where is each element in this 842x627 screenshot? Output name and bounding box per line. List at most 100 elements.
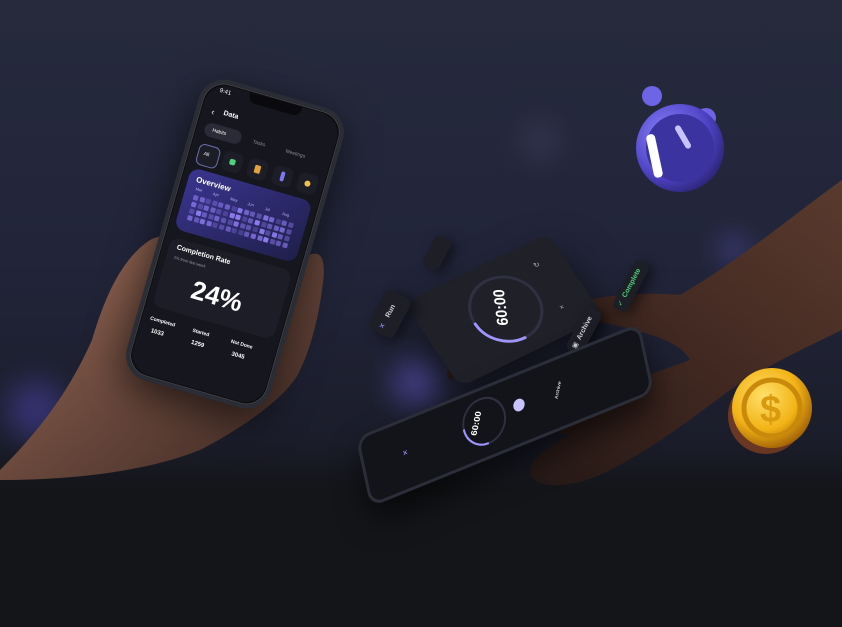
heatmap-cell <box>277 233 284 240</box>
heatmap-cell <box>279 226 286 234</box>
heatmap-cell <box>239 222 246 229</box>
heatmap-cell <box>207 213 214 220</box>
check-icon: ✓ <box>616 299 626 308</box>
heatmap-cell <box>236 207 244 214</box>
heatmap-cell <box>269 238 276 245</box>
heatmap-cell <box>192 194 199 201</box>
month-label: Jun <box>246 201 255 208</box>
heatmap-cell <box>266 223 273 230</box>
run-icon: ✕ <box>378 321 388 331</box>
heatmap-cell <box>258 228 265 235</box>
stat-started-label: Started <box>191 327 210 339</box>
stat-notdone-label: Not Done <box>230 338 254 351</box>
heatmap-cell <box>205 198 212 205</box>
heatmap-cell <box>224 225 232 233</box>
heatmap-cell <box>203 205 210 212</box>
phone-right-ring <box>462 396 507 446</box>
heatmap-cell <box>249 211 256 218</box>
category-bottle-icon[interactable] <box>270 164 295 189</box>
month-label: Apr <box>212 191 220 198</box>
heatmap-cell <box>281 220 288 227</box>
heatmap-cell <box>205 220 213 227</box>
completion-value: 24% <box>187 274 247 318</box>
heatmap-cell <box>216 208 223 215</box>
category-green-icon[interactable] <box>220 149 245 175</box>
heatmap-cell <box>254 219 261 226</box>
heatmap-cell <box>250 233 257 240</box>
phone-right-archive[interactable]: Archive <box>554 381 563 399</box>
heatmap-cell <box>188 208 195 215</box>
heatmap-cell <box>243 209 250 216</box>
heatmap-cell <box>283 235 291 242</box>
heatmap-cell <box>285 228 293 235</box>
heatmap-cell <box>186 214 193 222</box>
heatmap-cell <box>275 218 282 225</box>
tab-meetings[interactable]: Meetings <box>285 148 306 159</box>
heatmap-cell <box>230 205 237 212</box>
heatmap-cell <box>211 200 218 207</box>
back-icon[interactable]: ‹ <box>210 107 216 117</box>
heatmap-cell <box>287 222 294 229</box>
heatmap-cell <box>193 216 200 223</box>
stat-completed-value: 1033 <box>149 328 165 338</box>
stat-completed-label: Completed <box>149 315 176 329</box>
tab-tasks[interactable]: Tasks <box>252 139 266 148</box>
heatmap-cell <box>197 203 204 210</box>
heatmap-cell <box>190 201 197 208</box>
timer-reset-icon[interactable]: ↻ <box>532 260 542 269</box>
heatmap-cell <box>226 219 233 226</box>
glow-top <box>520 120 560 160</box>
stat-started-value: 1259 <box>190 339 205 350</box>
heatmap-cell <box>271 231 278 239</box>
stat-notdone-value: 3045 <box>230 351 246 361</box>
heatmap-cell <box>243 231 251 238</box>
heatmap-cell <box>241 216 248 223</box>
category-cup-icon[interactable] <box>245 156 270 182</box>
heatmap-cell <box>228 212 235 219</box>
heatmap-cell <box>264 230 272 237</box>
heatmap-cell <box>281 242 289 249</box>
glow-center <box>392 360 438 406</box>
run-tag[interactable]: ✕ Run <box>367 288 413 340</box>
page-title: Data <box>222 109 240 121</box>
heatmap-cell <box>209 206 216 214</box>
heatmap-cell <box>195 210 202 217</box>
month-label: Aug <box>281 210 290 218</box>
heatmap-cell <box>252 226 259 233</box>
coin-icon: $ <box>728 368 812 454</box>
heatmap-cell <box>275 240 282 247</box>
category-moon-icon[interactable] <box>295 171 320 196</box>
phone-right-play-button[interactable] <box>512 396 526 414</box>
heatmap-cell <box>268 216 275 223</box>
heatmap-cell <box>262 236 270 243</box>
heatmap-cell <box>198 196 206 203</box>
status-time: 9:41 <box>218 87 232 97</box>
heatmap-cell <box>217 202 225 209</box>
heatmap-cell <box>237 229 244 236</box>
month-label: May <box>229 196 239 203</box>
heatmap-cell <box>220 217 227 224</box>
heatmap-cell <box>231 227 238 234</box>
heatmap-cell <box>260 221 267 228</box>
timer-close-icon[interactable]: × <box>558 304 566 312</box>
heatmap-cell <box>256 234 263 242</box>
heatmap-cell <box>256 212 263 220</box>
phone-right-run-icon: ✕ <box>401 449 409 459</box>
heatmap-cell <box>233 220 240 228</box>
month-label: Mar <box>195 186 204 193</box>
heatmap-cell <box>199 218 206 225</box>
heatmap-cell <box>222 210 229 217</box>
heatmap-cell <box>235 214 242 221</box>
heatmap-cell <box>218 224 225 231</box>
heatmap-cell <box>247 217 254 225</box>
run-label: Run <box>384 303 398 319</box>
heatmap-cell <box>201 211 208 219</box>
svg-text:$: $ <box>760 389 781 431</box>
heatmap-cell <box>273 225 280 232</box>
heatmap-cell <box>245 224 253 231</box>
heatmap-cell <box>212 222 219 229</box>
month-label: Jul <box>264 205 271 213</box>
heatmap-cell <box>224 203 231 211</box>
heatmap-cell <box>262 214 269 221</box>
heatmap-cell <box>214 215 221 222</box>
